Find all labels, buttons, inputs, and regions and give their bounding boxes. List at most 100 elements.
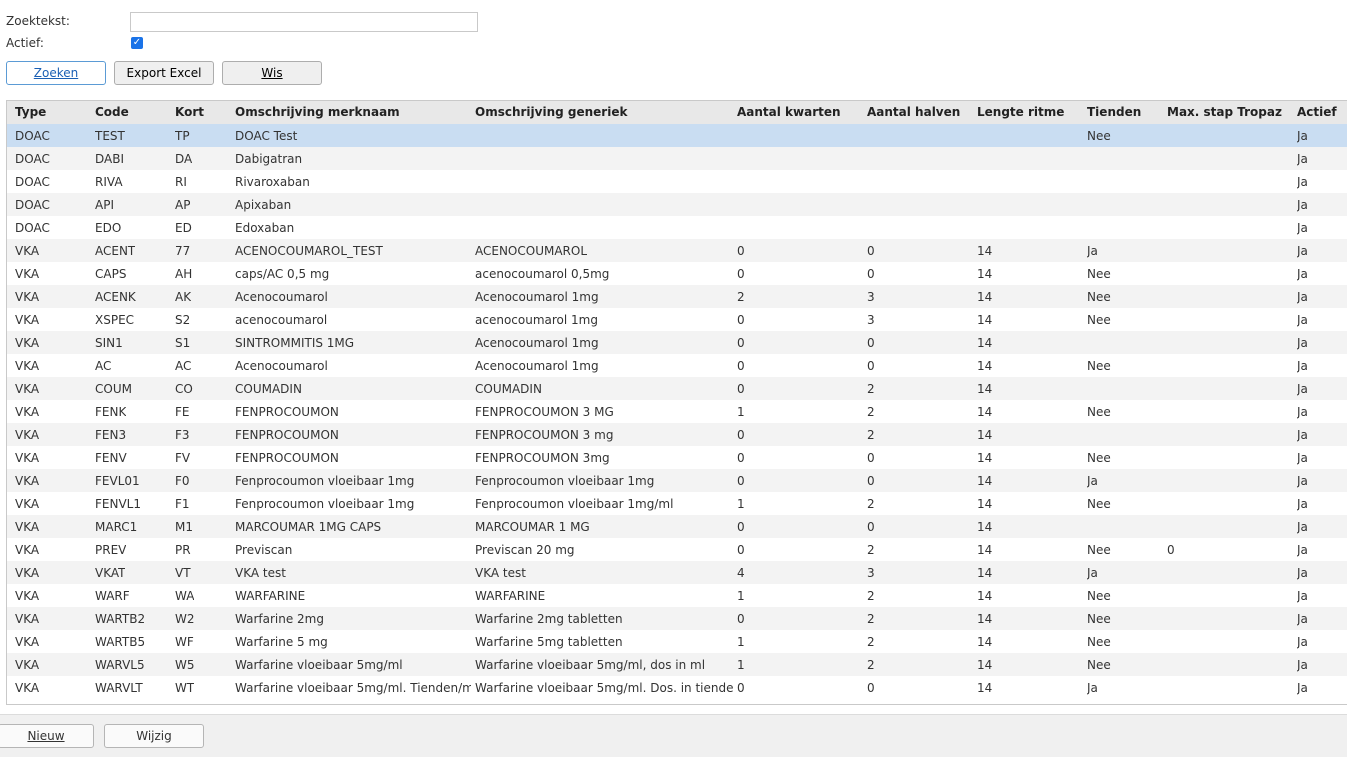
column-header-brand-description[interactable]: Omschrijving merknaam — [235, 105, 471, 119]
table-row[interactable]: VKA WARF WA WARFARINE WARFARINE 1 2 14 Nee Ja — [7, 584, 1347, 607]
cell-generic-description: Warfarine vloeibaar 5mg/ml, dos in ml — [475, 658, 706, 672]
cell-quarters: 0 — [737, 267, 745, 281]
cell-active: Ja — [1297, 129, 1308, 143]
cell-tenths: Nee — [1087, 451, 1111, 465]
cell-max-step: 0 — [1167, 543, 1175, 557]
cell-type: VKA — [15, 635, 40, 649]
cell-brand-description: VKA test — [235, 566, 286, 580]
column-header-kort[interactable]: Kort — [175, 105, 204, 119]
cell-active: Ja — [1297, 474, 1308, 488]
cell-active: Ja — [1297, 382, 1308, 396]
cell-kort: S1 — [175, 336, 191, 350]
table-row[interactable]: VKA FENK FE FENPROCOUMON FENPROCOUMON 3 MG 1 2… — [7, 400, 1347, 423]
column-header-rhythm-length[interactable]: Lengte ritme — [977, 105, 1064, 119]
column-header-active[interactable]: Actief — [1297, 105, 1337, 119]
column-header-halves[interactable]: Aantal halven — [867, 105, 960, 119]
cell-active: Ja — [1297, 451, 1308, 465]
table-row[interactable]: VKA ACENK AK Acenocoumarol Acenocoumarol 1mg… — [7, 285, 1347, 308]
cell-tenths: Nee — [1087, 635, 1111, 649]
table-row[interactable]: VKA FEN3 F3 FENPROCOUMON FENPROCOUMON 3 mg 0 2… — [7, 423, 1347, 446]
cell-type: VKA — [15, 313, 40, 327]
cell-halves: 0 — [867, 474, 875, 488]
table-row[interactable]: VKA FENV FV FENPROCOUMON FENPROCOUMON 3mg 0 0 1… — [7, 446, 1347, 469]
cell-type: VKA — [15, 589, 40, 603]
cell-code: WARTB5 — [95, 635, 146, 649]
cell-kort: AH — [175, 267, 193, 281]
cell-code: SIN1 — [95, 336, 123, 350]
cell-rhythm-length: 14 — [977, 635, 993, 649]
table-row[interactable]: VKA SIN1 S1 SINTROMMITIS 1MG Acenocoumarol 1… — [7, 331, 1347, 354]
column-header-quarters[interactable]: Aantal kwarten — [737, 105, 841, 119]
cell-halves: 2 — [867, 543, 875, 557]
table-row[interactable]: VKA CAPS AH caps/AC 0,5 mg acenocoumarol 0,5… — [7, 262, 1347, 285]
footer-bar: Nieuw Wijzig — [0, 714, 1347, 757]
table-row[interactable]: DOAC RIVA RI Rivaroxaban Ja — [7, 170, 1347, 193]
active-checkbox[interactable]: ✓ — [131, 37, 143, 49]
table-row[interactable]: VKA COUM CO COUMADIN COUMADIN 0 2 14 Ja — [7, 377, 1347, 400]
cell-code: FEN3 — [95, 428, 127, 442]
table-row[interactable]: VKA WARVL5 W5 Warfarine vloeibaar 5mg/ml War… — [7, 653, 1347, 676]
cell-brand-description: Acenocoumarol — [235, 290, 328, 304]
table-row[interactable]: VKA ACENT 77 ACENOCOUMAROL_TEST ACENOCOUMARO… — [7, 239, 1347, 262]
cell-kort: AC — [175, 359, 192, 373]
cell-code: CAPS — [95, 267, 127, 281]
table-row[interactable]: DOAC API AP Apixaban Ja — [7, 193, 1347, 216]
cell-kort: WF — [175, 635, 194, 649]
cell-active: Ja — [1297, 497, 1308, 511]
column-header-type[interactable]: Type — [15, 105, 46, 119]
cell-type: VKA — [15, 336, 40, 350]
cell-brand-description: DOAC Test — [235, 129, 298, 143]
export-excel-button[interactable]: Export Excel — [114, 61, 214, 85]
table-row[interactable]: VKA WARTB5 WF Warfarine 5 mg Warfarine 5mg t… — [7, 630, 1347, 653]
edit-button[interactable]: Wijzig — [104, 724, 204, 748]
table-row[interactable]: VKA WARVLT WT Warfarine vloeibaar 5mg/ml. T… — [7, 676, 1347, 699]
table-row[interactable]: VKA FEVL01 F0 Fenprocoumon vloeibaar 1mg Fen… — [7, 469, 1347, 492]
cell-brand-description: Apixaban — [235, 198, 292, 212]
cell-halves: 0 — [867, 359, 875, 373]
cell-halves: 3 — [867, 290, 875, 304]
search-button[interactable]: Zoeken — [6, 61, 106, 85]
table-row[interactable]: VKA VKAT VT VKA test VKA test 4 3 14 Ja Ja — [7, 561, 1347, 584]
column-header-code[interactable]: Code — [95, 105, 129, 119]
table-row[interactable]: DOAC EDO ED Edoxaban Ja — [7, 216, 1347, 239]
clear-button[interactable]: Wis — [222, 61, 322, 85]
table-row[interactable]: VKA AC AC Acenocoumarol Acenocoumarol 1mg 0 0 1… — [7, 354, 1347, 377]
cell-kort: S2 — [175, 313, 191, 327]
cell-rhythm-length: 14 — [977, 267, 993, 281]
cell-active: Ja — [1297, 681, 1308, 695]
cell-kort: WA — [175, 589, 195, 603]
cell-brand-description: FENPROCOUMON — [235, 451, 339, 465]
cell-brand-description: Dabigatran — [235, 152, 303, 166]
cell-tenths: Nee — [1087, 129, 1111, 143]
column-header-generic-description[interactable]: Omschrijving generiek — [475, 105, 733, 119]
cell-kort: 77 — [175, 244, 191, 258]
table-row[interactable]: VKA PREV PR Previscan Previscan 20 mg 0 2 14 Nee… — [7, 538, 1347, 561]
table-row[interactable]: VKA FENVL1 F1 Fenprocoumon vloeibaar 1mg Fen… — [7, 492, 1347, 515]
cell-code: API — [95, 198, 114, 212]
new-button[interactable]: Nieuw — [0, 724, 94, 748]
table-row[interactable]: DOAC TEST TP DOAC Test Nee Ja — [7, 124, 1347, 147]
cell-type: VKA — [15, 612, 40, 626]
cell-generic-description: WARFARINE — [475, 589, 546, 603]
cell-halves: 3 — [867, 566, 875, 580]
cell-active: Ja — [1297, 612, 1308, 626]
cell-code: FENV — [95, 451, 127, 465]
cell-code: AC — [95, 359, 112, 373]
cell-generic-description: Warfarine 2mg tabletten — [475, 612, 623, 626]
clear-button-label: Wis — [261, 66, 283, 80]
table-row[interactable]: VKA MARC1 M1 MARCOUMAR 1MG CAPS MARCOUMAR 1 … — [7, 515, 1347, 538]
cell-generic-description: ACENOCOUMAROL — [475, 244, 588, 258]
cell-quarters: 0 — [737, 359, 745, 373]
table-row[interactable]: VKA XSPEC S2 acenocoumarol acenocoumarol 1mg… — [7, 308, 1347, 331]
cell-active: Ja — [1297, 520, 1308, 534]
column-header-max-step[interactable]: Max. stap Tropaz — [1167, 105, 1282, 119]
cell-type: VKA — [15, 405, 40, 419]
cell-active: Ja — [1297, 359, 1308, 373]
cell-brand-description: Acenocoumarol — [235, 359, 328, 373]
table-row[interactable]: VKA WARTB2 W2 Warfarine 2mg Warfarine 2mg ta… — [7, 607, 1347, 630]
cell-halves: 3 — [867, 313, 875, 327]
table-row[interactable]: DOAC DABI DA Dabigatran Ja — [7, 147, 1347, 170]
column-header-tenths[interactable]: Tienden — [1087, 105, 1141, 119]
cell-halves: 0 — [867, 681, 875, 695]
search-input[interactable] — [130, 12, 478, 32]
